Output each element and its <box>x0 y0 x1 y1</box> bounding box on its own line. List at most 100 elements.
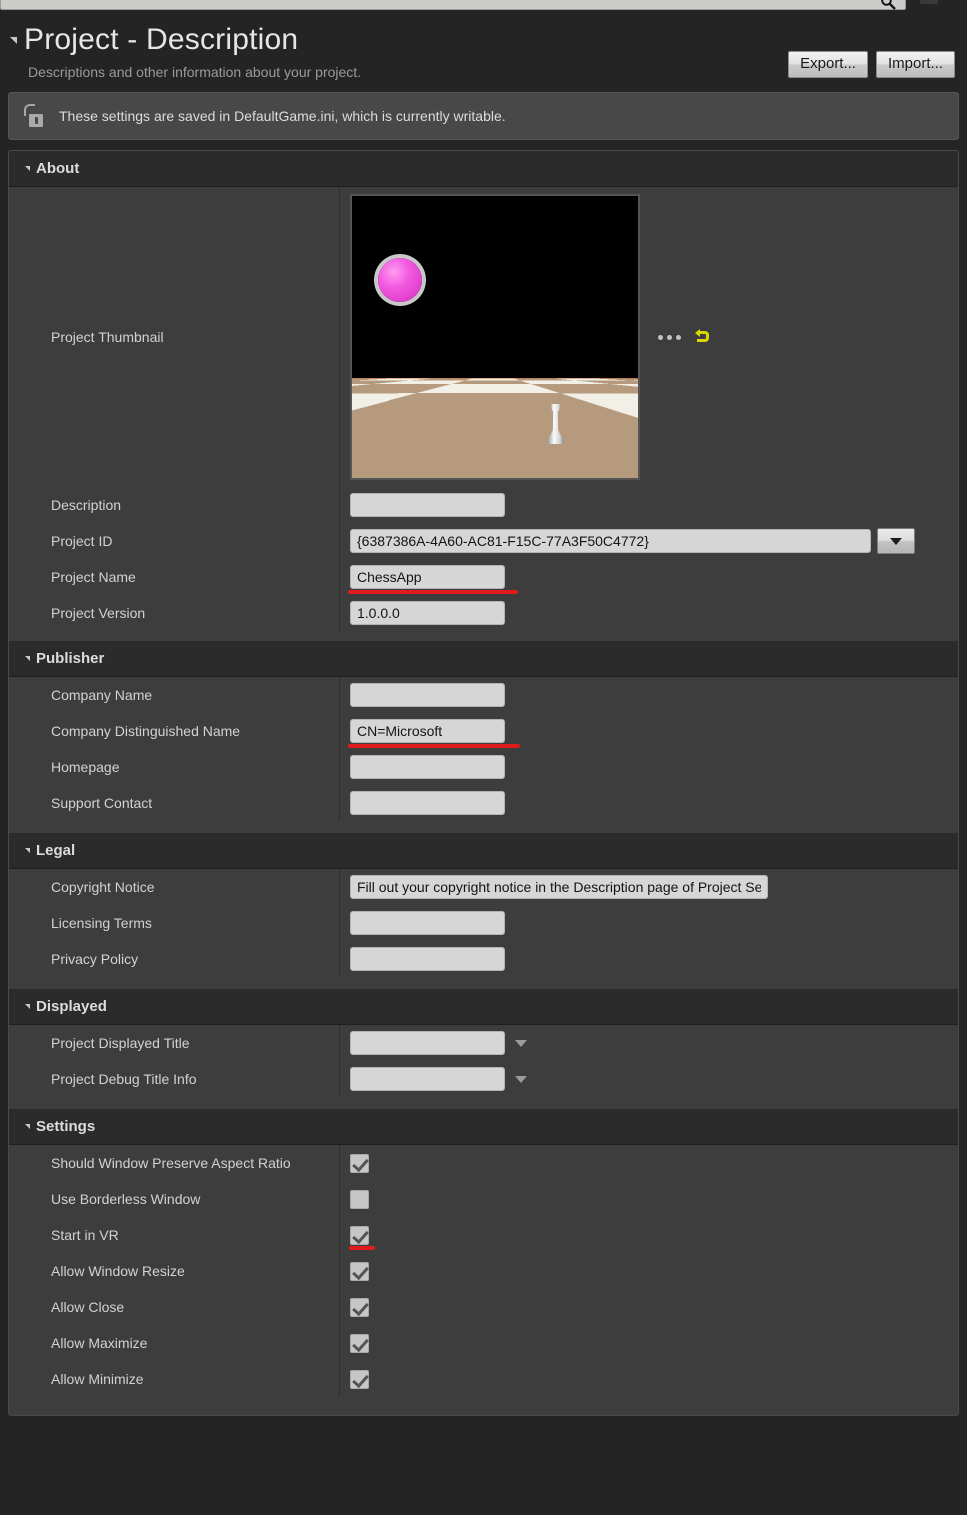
chevron-down-icon <box>25 848 30 853</box>
project-id-input[interactable] <box>350 529 871 553</box>
checkbox-setting[interactable] <box>350 1369 369 1389</box>
support-contact-input[interactable] <box>350 791 505 815</box>
section-about: About Project Thumbnail Description Proj… <box>9 151 958 641</box>
label-setting: Use Borderless Window <box>9 1181 340 1217</box>
section-header-legal[interactable]: Legal <box>9 833 958 869</box>
search-icon[interactable] <box>880 0 896 10</box>
checkbox-setting[interactable] <box>350 1333 369 1353</box>
row-homepage: Homepage <box>9 749 958 785</box>
label-setting: Allow Close <box>9 1289 340 1325</box>
label-setting: Allow Minimize <box>9 1361 340 1397</box>
label-privacy-policy: Privacy Policy <box>9 941 340 977</box>
label-homepage: Homepage <box>9 749 340 785</box>
row-setting-1: Use Borderless Window <box>9 1181 958 1217</box>
setting-value-cell <box>340 1253 958 1289</box>
row-copyright-notice: Copyright Notice <box>9 869 958 905</box>
row-setting-2: Start in VR <box>9 1217 958 1253</box>
label-support-contact: Support Contact <box>9 785 340 821</box>
row-company-distinguished-name: Company Distinguished Name <box>9 713 958 749</box>
project-name-input[interactable] <box>350 565 505 589</box>
row-setting-0: Should Window Preserve Aspect Ratio <box>9 1145 958 1181</box>
project-thumbnail-image[interactable] <box>350 194 640 480</box>
row-project-id: Project ID <box>9 523 958 559</box>
checkbox-setting[interactable] <box>350 1261 369 1281</box>
section-header-settings[interactable]: Settings <box>9 1109 958 1145</box>
section-title: Legal <box>36 842 76 859</box>
row-project-debug-title-info: Project Debug Title Info <box>9 1061 958 1097</box>
setting-value-cell <box>340 1145 958 1181</box>
chevron-down-icon[interactable] <box>515 1075 527 1083</box>
label-description: Description <box>9 487 340 523</box>
chevron-down-icon <box>25 656 30 661</box>
row-privacy-policy: Privacy Policy <box>9 941 958 977</box>
homepage-input[interactable] <box>350 755 505 779</box>
row-project-version: Project Version <box>9 595 958 631</box>
chevron-down-icon[interactable] <box>515 1039 527 1047</box>
section-title: Displayed <box>36 998 107 1015</box>
label-licensing-terms: Licensing Terms <box>9 905 340 941</box>
row-project-thumbnail: Project Thumbnail <box>9 187 958 487</box>
label-project-thumbnail: Project Thumbnail <box>9 187 340 487</box>
section-title: About <box>36 160 80 177</box>
checkbox-setting[interactable] <box>350 1225 369 1245</box>
label-setting: Allow Window Resize <box>9 1253 340 1289</box>
label-company-name: Company Name <box>9 677 340 713</box>
header-actions: Export... Import... <box>788 51 955 78</box>
privacy-policy-input[interactable] <box>350 947 505 971</box>
label-project-displayed-title: Project Displayed Title <box>9 1025 340 1061</box>
label-company-distinguished-name: Company Distinguished Name <box>9 713 340 749</box>
section-displayed: Displayed Project Displayed Title Projec… <box>9 989 958 1109</box>
company-distinguished-name-input[interactable] <box>350 719 505 743</box>
project-version-input[interactable] <box>350 601 505 625</box>
export-button[interactable]: Export... <box>788 51 868 78</box>
label-project-name: Project Name <box>9 559 340 595</box>
label-setting: Allow Maximize <box>9 1325 340 1361</box>
properties-panel: About Project Thumbnail Description Proj… <box>8 150 959 1416</box>
checkbox-setting[interactable] <box>350 1297 369 1317</box>
collapse-page-icon[interactable] <box>10 36 17 44</box>
row-setting-4: Allow Close <box>9 1289 958 1325</box>
section-header-displayed[interactable]: Displayed <box>9 989 958 1025</box>
setting-value-cell <box>340 1181 958 1217</box>
project-displayed-title-input[interactable] <box>350 1031 505 1055</box>
section-publisher: Publisher Company Name Company Distingui… <box>9 641 958 833</box>
project-debug-title-info-input[interactable] <box>350 1067 505 1091</box>
row-setting-6: Allow Minimize <box>9 1361 958 1397</box>
search-input[interactable] <box>0 0 906 10</box>
copyright-notice-input[interactable] <box>350 875 768 899</box>
label-setting: Start in VR <box>9 1217 340 1253</box>
label-project-id: Project ID <box>9 523 340 559</box>
ellipsis-icon[interactable] <box>658 334 681 340</box>
checkbox-setting[interactable] <box>350 1153 369 1173</box>
company-name-input[interactable] <box>350 683 505 707</box>
banner-message: These settings are saved in DefaultGame.… <box>59 108 506 124</box>
label-project-debug-title-info: Project Debug Title Info <box>9 1061 340 1097</box>
section-legal: Legal Copyright Notice Licensing Terms P… <box>9 833 958 989</box>
setting-value-cell <box>340 1325 958 1361</box>
thumbnail-sphere <box>378 258 422 302</box>
checkbox-setting[interactable] <box>350 1189 369 1209</box>
label-copyright-notice: Copyright Notice <box>9 869 340 905</box>
row-setting-3: Allow Window Resize <box>9 1253 958 1289</box>
chevron-down-icon <box>25 1124 30 1129</box>
settings-file-banner: These settings are saved in DefaultGame.… <box>8 92 959 140</box>
row-project-name: Project Name <box>9 559 958 595</box>
topbar-extra-button[interactable] <box>920 0 938 4</box>
row-support-contact: Support Contact <box>9 785 958 821</box>
project-id-dropdown-button[interactable] <box>877 528 915 554</box>
section-header-about[interactable]: About <box>9 151 958 187</box>
row-licensing-terms: Licensing Terms <box>9 905 958 941</box>
setting-value-cell <box>340 1289 958 1325</box>
label-project-version: Project Version <box>9 595 340 631</box>
chevron-down-icon <box>25 1004 30 1009</box>
section-header-publisher[interactable]: Publisher <box>9 641 958 677</box>
import-button[interactable]: Import... <box>875 51 955 78</box>
description-input[interactable] <box>350 493 505 517</box>
annotation-underline-company-dn <box>348 744 520 748</box>
reset-arrow-icon[interactable] <box>695 329 711 345</box>
setting-value-cell <box>340 1217 958 1253</box>
licensing-terms-input[interactable] <box>350 911 505 935</box>
row-setting-5: Allow Maximize <box>9 1325 958 1361</box>
top-search-strip <box>0 0 967 14</box>
settings-rows: Should Window Preserve Aspect Ratio Use B… <box>9 1145 958 1415</box>
